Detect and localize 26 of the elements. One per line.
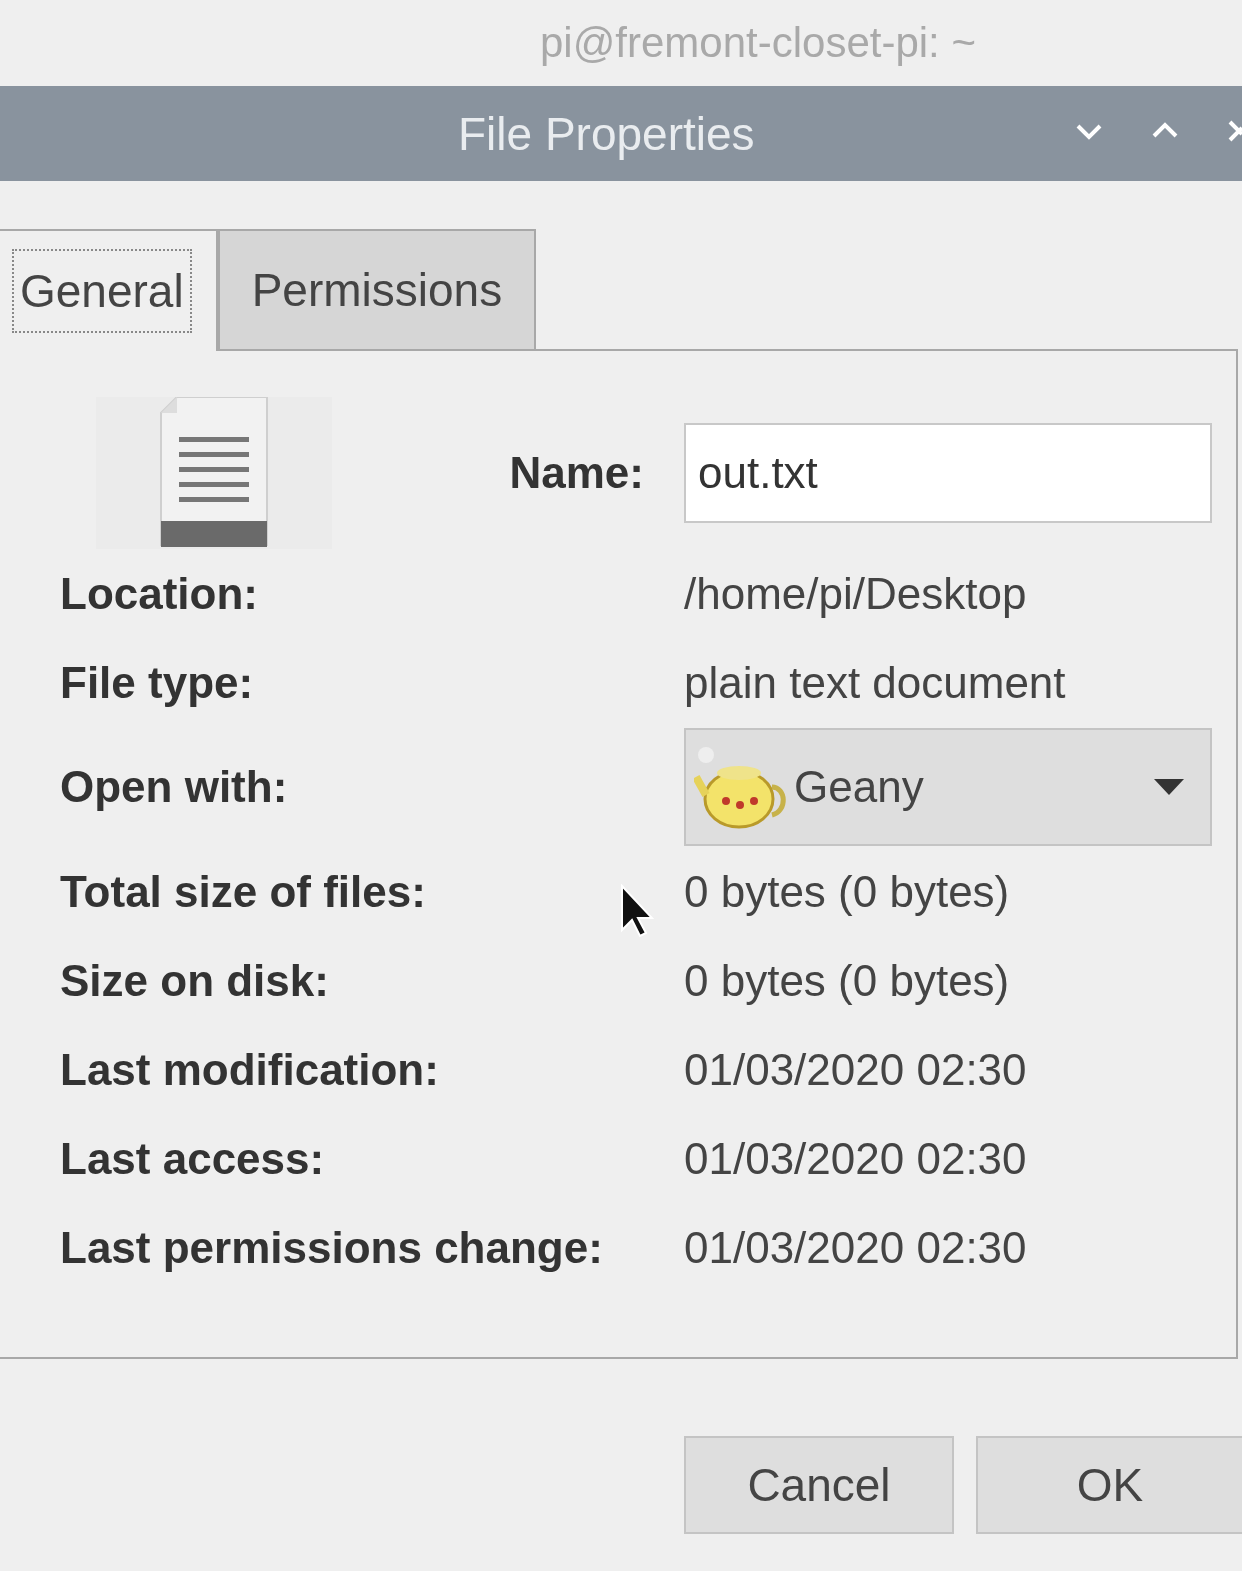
field-value: 01/03/2020 02:30 bbox=[684, 1222, 1027, 1273]
cancel-button[interactable]: Cancel bbox=[684, 1436, 954, 1534]
field-value: /home/pi/Desktop bbox=[684, 568, 1027, 619]
dropdown-caret-icon bbox=[1154, 779, 1184, 795]
field-label: Name: bbox=[508, 448, 644, 498]
terminal-window-title: pi@fremont-closet-pi: ~ bbox=[540, 19, 976, 67]
field-value: 01/03/2020 02:30 bbox=[684, 1044, 1027, 1095]
field-label: File type: bbox=[60, 657, 254, 708]
field-value: plain text document bbox=[684, 657, 1066, 708]
field-label: Last access: bbox=[60, 1133, 325, 1184]
window-title: File Properties bbox=[458, 106, 755, 161]
ok-button[interactable]: OK bbox=[976, 1436, 1242, 1534]
field-label: Last modification: bbox=[60, 1044, 439, 1095]
field-value: 0 bytes (0 bytes) bbox=[684, 955, 1010, 1006]
field-value: 01/03/2020 02:30 bbox=[684, 1133, 1027, 1184]
tab[interactable]: General bbox=[0, 229, 218, 351]
tab[interactable]: Permissions bbox=[217, 229, 537, 349]
field-label: Location: bbox=[60, 568, 258, 619]
name-field[interactable]: out.txt bbox=[684, 423, 1212, 523]
field-value: 0 bytes (0 bytes) bbox=[684, 866, 1010, 917]
field-label: Last permissions change: bbox=[60, 1222, 603, 1273]
open-with-dropdown[interactable]: Geany bbox=[684, 728, 1212, 846]
mouse-cursor-icon bbox=[620, 884, 654, 938]
field-label: Size on disk: bbox=[60, 955, 329, 1006]
field-label: Open with: bbox=[60, 762, 288, 812]
field-label: Total size of files: bbox=[60, 866, 426, 917]
